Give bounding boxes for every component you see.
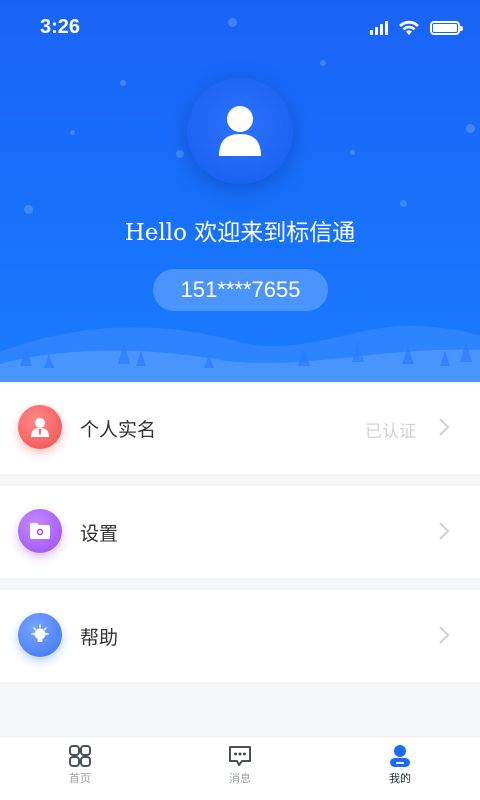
chevron-right-icon bbox=[439, 522, 450, 540]
chevron-right-icon bbox=[439, 418, 450, 436]
chevron-right-icon bbox=[439, 626, 450, 644]
wifi-icon bbox=[399, 20, 419, 35]
snow-dot bbox=[466, 124, 475, 133]
lightbulb-icon bbox=[18, 613, 62, 657]
hills-decoration bbox=[0, 325, 480, 382]
menu-label: 设置 bbox=[80, 523, 119, 545]
tab-profile[interactable]: 我的 bbox=[320, 737, 480, 800]
snow-dot bbox=[120, 80, 126, 86]
greeting-text: Hello 欢迎来到标信通 bbox=[124, 220, 356, 246]
message-icon bbox=[229, 746, 251, 766]
signal-icon bbox=[370, 21, 388, 35]
snow-dot bbox=[400, 200, 407, 207]
battery-icon bbox=[430, 21, 463, 35]
menu-item-settings[interactable]: 设置 bbox=[0, 486, 480, 578]
status-time: 3:26 bbox=[40, 16, 81, 38]
user-avatar-icon bbox=[219, 106, 261, 156]
profile-header: 3:26 Hello 欢迎来到标信通 151****7655 bbox=[0, 0, 480, 382]
status-icons bbox=[370, 20, 463, 36]
avatar[interactable] bbox=[187, 78, 293, 184]
tab-label: 消息 bbox=[229, 772, 251, 785]
menu-item-help[interactable]: 帮助 bbox=[0, 590, 480, 682]
menu-label: 个人实名 bbox=[80, 419, 157, 441]
tab-messages[interactable]: 消息 bbox=[160, 737, 320, 800]
bottom-tab-bar: 首页 消息 我的 bbox=[0, 736, 480, 800]
profile-screen: 3:26 Hello 欢迎来到标信通 151****7655 个人实名 已认证 … bbox=[0, 0, 480, 800]
id-card-icon bbox=[18, 405, 62, 449]
snow-dot bbox=[320, 60, 326, 66]
menu-item-realname[interactable]: 个人实名 已认证 bbox=[0, 382, 480, 474]
snow-dot bbox=[70, 130, 75, 135]
home-grid-icon bbox=[69, 745, 91, 767]
verified-status: 已认证 bbox=[365, 422, 416, 442]
status-bar: 3:26 bbox=[0, 0, 480, 56]
menu-label: 帮助 bbox=[80, 627, 119, 649]
snow-dot bbox=[176, 150, 184, 158]
tab-label: 我的 bbox=[389, 772, 411, 785]
profile-icon bbox=[390, 745, 410, 767]
tab-home[interactable]: 首页 bbox=[0, 737, 160, 800]
tab-label: 首页 bbox=[69, 772, 91, 785]
snow-dot bbox=[350, 150, 355, 155]
folder-gear-icon bbox=[18, 509, 62, 553]
